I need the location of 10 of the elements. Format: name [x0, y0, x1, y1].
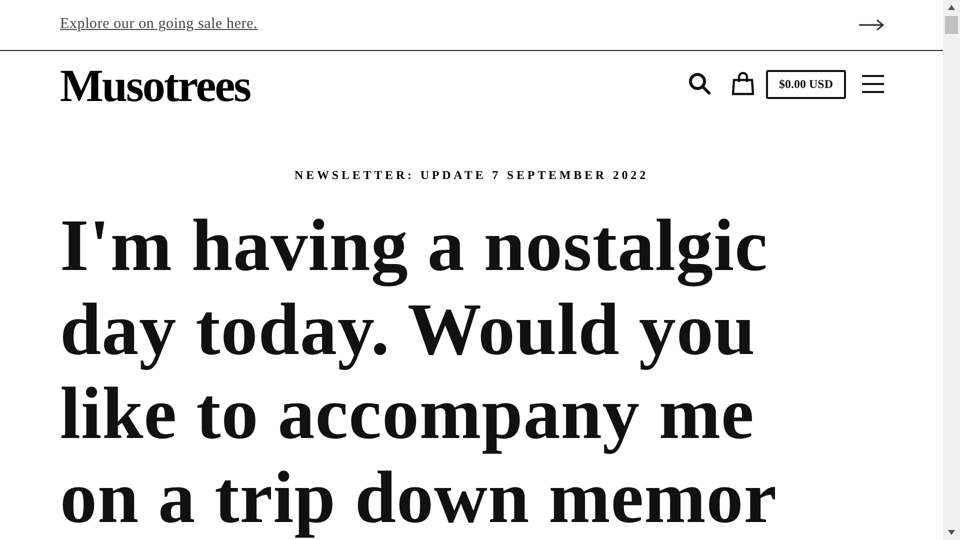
- article-title: I'm having a nostalgic day today. Would you like to accompany me on a trip down memor: [60, 204, 778, 540]
- site-logo[interactable]: Musotrees: [60, 58, 688, 112]
- arrow-right-icon[interactable]: [859, 18, 885, 31]
- search-icon[interactable]: [688, 72, 712, 96]
- shopping-bag-icon[interactable]: [732, 72, 754, 96]
- article-category: NEWSLETTER: UPDATE 7 SEPTEMBER 2022: [294, 168, 650, 183]
- menu-icon[interactable]: [862, 74, 884, 94]
- sale-link[interactable]: Explore our on going sale here.: [60, 16, 258, 34]
- cart-total-button[interactable]: $0.00 USD: [766, 70, 846, 99]
- scrollbar-thumb[interactable]: [945, 16, 958, 34]
